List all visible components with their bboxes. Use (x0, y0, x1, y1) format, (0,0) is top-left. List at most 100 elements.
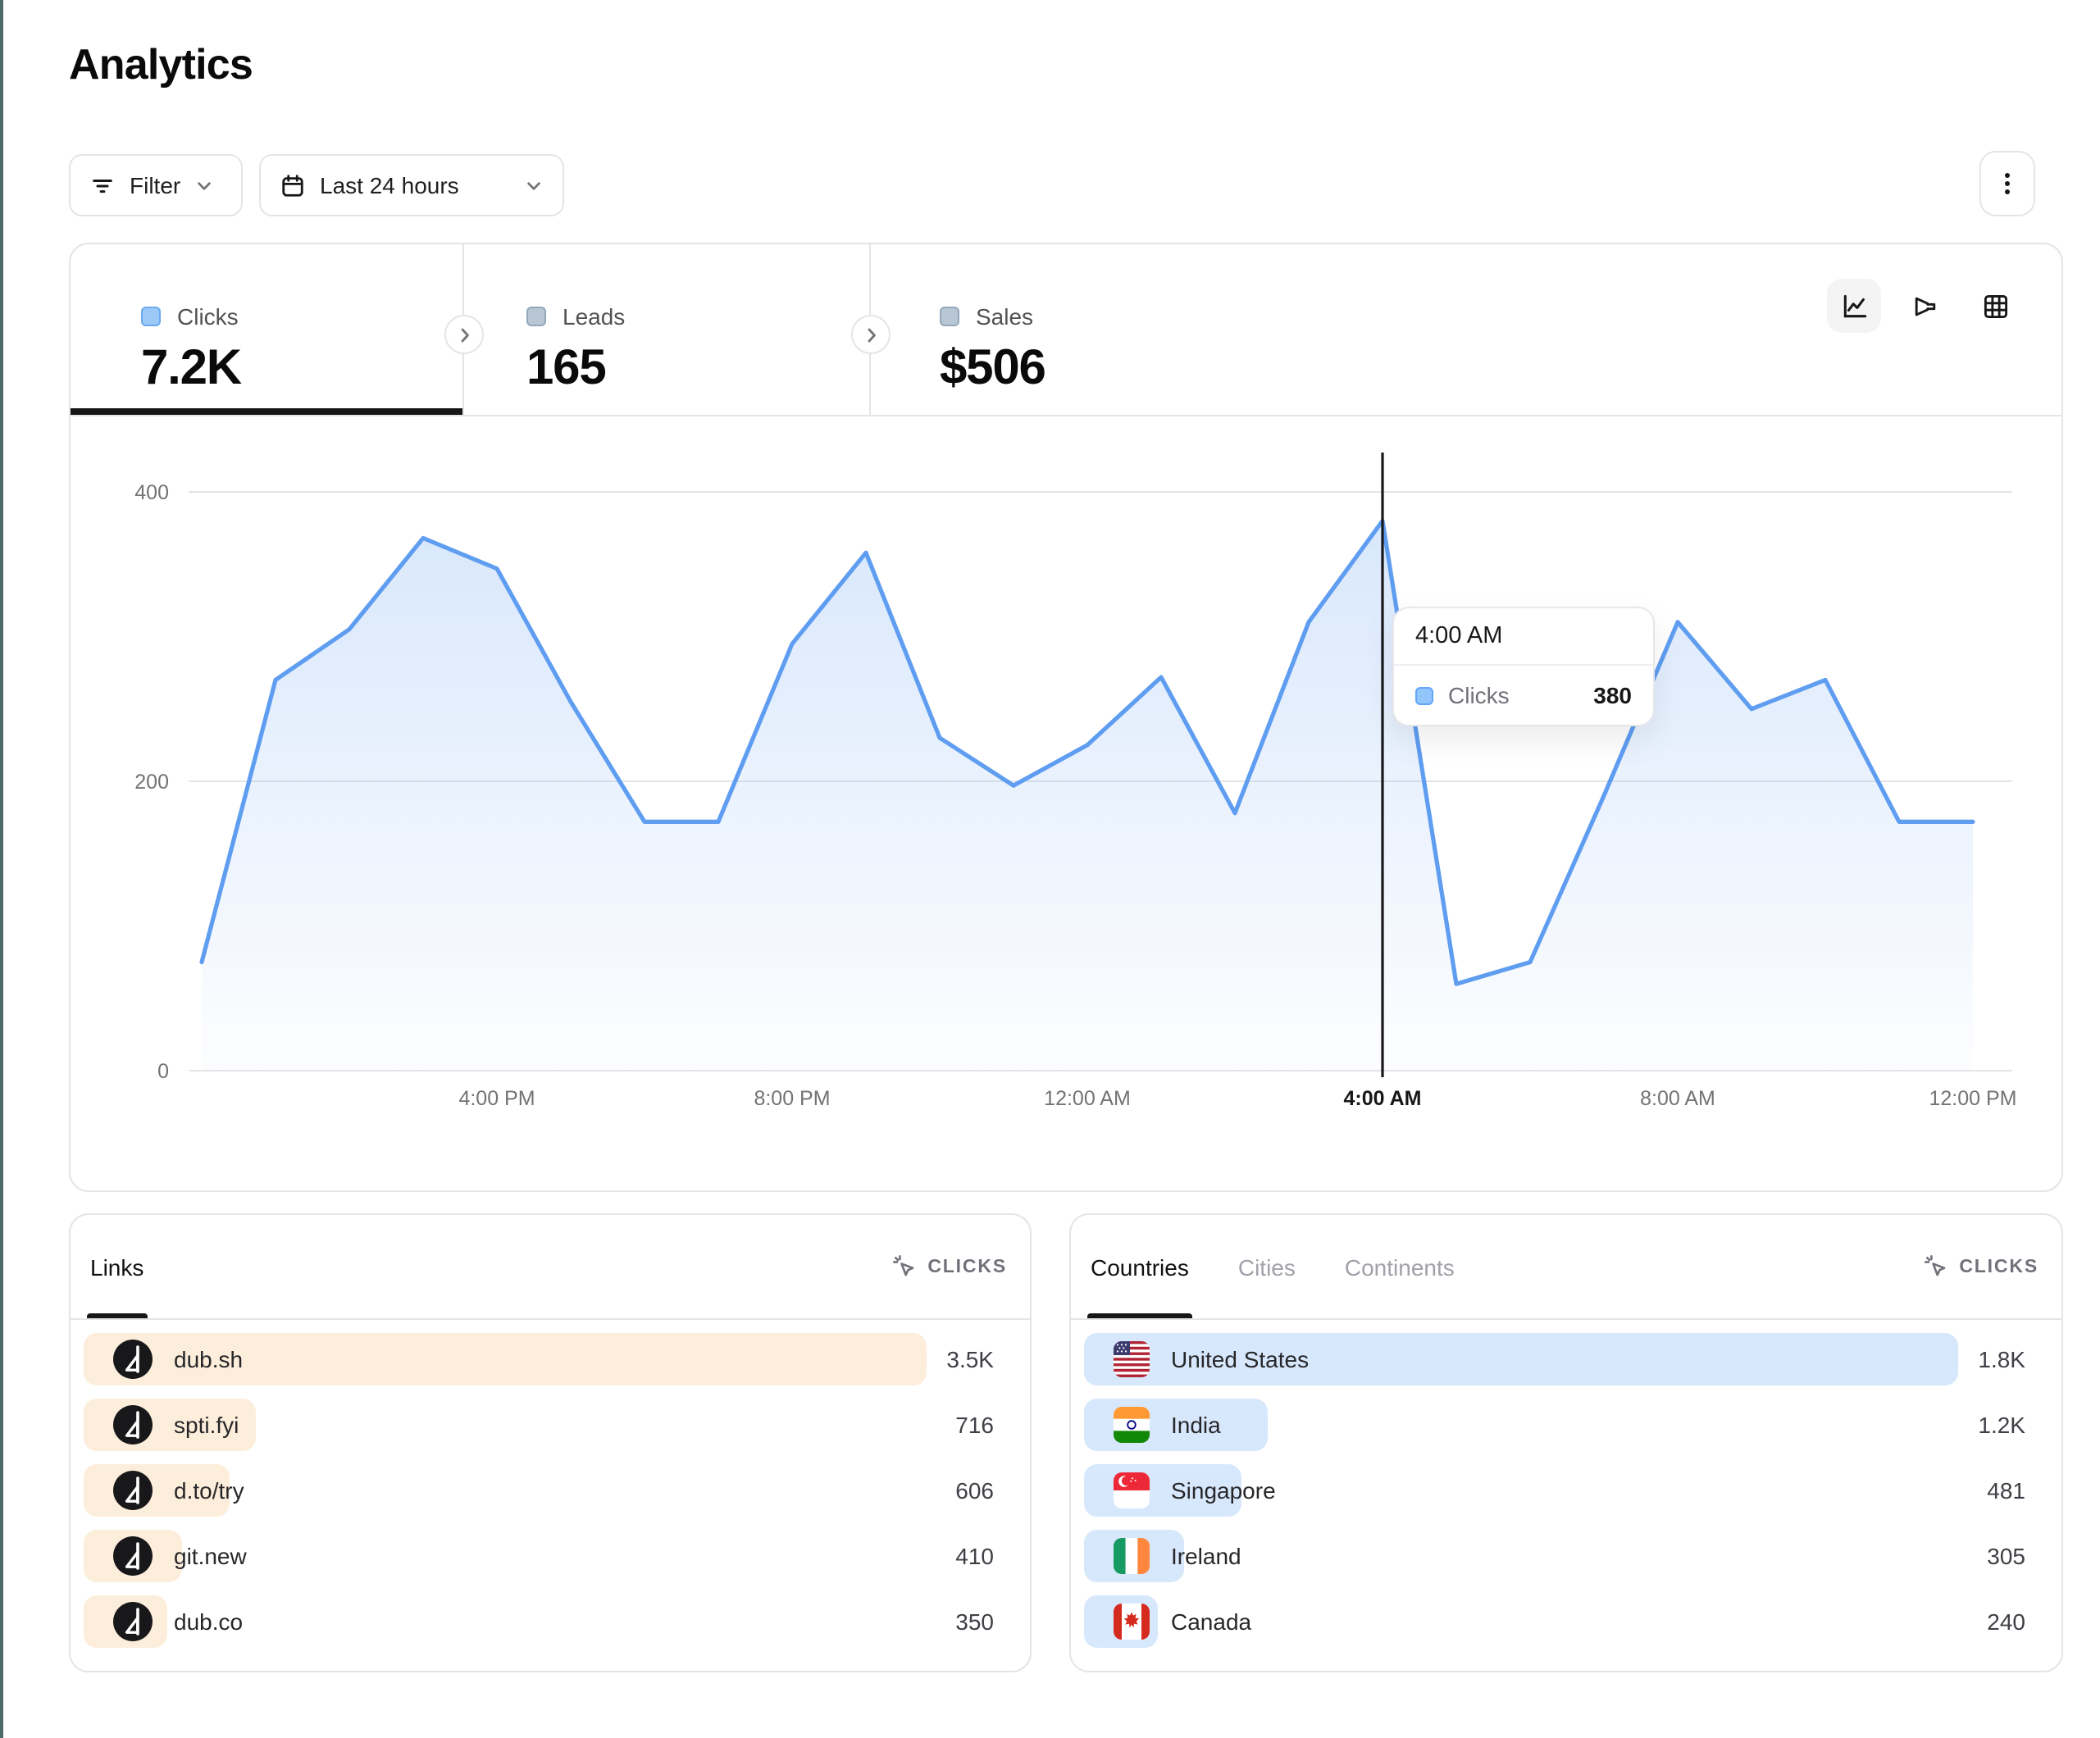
tab-cities[interactable]: Cities (1235, 1215, 1299, 1318)
row-value: 410 (955, 1543, 994, 1569)
expand-leads-button[interactable] (851, 315, 891, 354)
cursor-click-icon (891, 1254, 916, 1279)
tab-leads[interactable]: Leads 165 (462, 244, 869, 415)
dub-logo-icon (113, 1471, 153, 1510)
countries-panel: Countries Cities Continents CLICKS Unite… (1069, 1213, 2063, 1672)
us-flag-icon (1114, 1341, 1150, 1377)
dub-logo-icon (113, 1536, 153, 1576)
row-label: Singapore (1171, 1477, 1276, 1504)
row-label: git.new (174, 1543, 247, 1569)
ca-flag-icon (1114, 1604, 1150, 1640)
row-value: 350 (955, 1608, 994, 1635)
link-row[interactable]: dub.co 350 (84, 1595, 1017, 1648)
countries-sort-by[interactable]: CLICKS (1923, 1254, 2039, 1279)
row-label: dub.sh (174, 1346, 243, 1372)
filter-button[interactable]: Filter (69, 154, 243, 216)
tooltip-metric: Clicks (1448, 682, 1510, 708)
active-tab-underline (71, 408, 462, 415)
row-value: 240 (1987, 1608, 2025, 1635)
row-value: 606 (955, 1477, 994, 1504)
tab-countries[interactable]: Countries (1087, 1215, 1192, 1318)
row-label: Ireland (1171, 1543, 1241, 1569)
leads-indicator-icon (526, 307, 546, 326)
expand-clicks-button[interactable] (444, 315, 484, 354)
clicks-time-series-chart[interactable]: 0 200 400 4:00 PM 8:00 PM 12:00 AM 4:00 AM 8:00… (71, 416, 2061, 1192)
clicks-indicator-icon (1415, 686, 1433, 704)
line-chart-view-button[interactable] (1827, 279, 1881, 333)
dub-logo-icon (113, 1602, 153, 1641)
country-row[interactable]: Canada 240 (1084, 1595, 2048, 1648)
links-panel: Links CLICKS dub.sh 3.5K spti.fyi 716 d.to/t… (69, 1213, 1032, 1672)
link-row[interactable]: spti.fyi 716 (84, 1399, 1017, 1451)
svg-text:12:00 AM: 12:00 AM (1044, 1087, 1131, 1110)
chevron-down-icon (195, 176, 213, 194)
row-value: 305 (1987, 1543, 2025, 1569)
row-label: Canada (1171, 1608, 1251, 1635)
tab-continents[interactable]: Continents (1342, 1215, 1458, 1318)
metric-value: 7.2K (141, 341, 462, 397)
funnel-view-button[interactable] (1897, 279, 1952, 333)
sg-flag-icon (1114, 1472, 1150, 1508)
country-row[interactable]: Singapore 481 (1084, 1464, 2048, 1517)
chart-canvas: 0 200 400 4:00 PM 8:00 PM 12:00 AM 4:00 AM 8:00… (71, 416, 2061, 1192)
clicks-indicator-icon (141, 307, 161, 326)
row-value: 3.5K (946, 1346, 994, 1372)
svg-text:200: 200 (134, 771, 169, 794)
analytics-card: Clicks 7.2K Leads 165 Sales $506 (69, 243, 2063, 1192)
svg-text:8:00 AM: 8:00 AM (1640, 1087, 1715, 1110)
svg-text:4:00 AM: 4:00 AM (1344, 1087, 1422, 1110)
country-row[interactable]: India 1.2K (1084, 1399, 2048, 1451)
row-value: 1.8K (1978, 1346, 2025, 1372)
left-edge-strip (0, 0, 3, 1738)
chart-tooltip: 4:00 AM Clicks 380 (1392, 607, 1655, 726)
country-row[interactable]: Ireland 305 (1084, 1530, 2048, 1582)
date-range-label: Last 24 hours (320, 172, 459, 198)
dub-logo-icon (113, 1340, 153, 1379)
row-label: United States (1171, 1346, 1309, 1372)
ie-flag-icon (1114, 1538, 1150, 1574)
sales-indicator-icon (940, 307, 959, 326)
kebab-menu-icon (1996, 171, 2019, 197)
table-view-button[interactable] (1968, 279, 2022, 333)
chevron-down-icon (525, 176, 543, 194)
date-range-button[interactable]: Last 24 hours (259, 154, 564, 216)
page-title: Analytics (69, 39, 253, 90)
tab-links[interactable]: Links (87, 1215, 147, 1318)
country-row[interactable]: United States 1.8K (1084, 1333, 2048, 1385)
metric-label: Leads (563, 303, 625, 330)
metric-label: Clicks (177, 303, 239, 330)
link-row[interactable]: dub.sh 3.5K (84, 1333, 1017, 1385)
cursor-click-icon (1923, 1254, 1947, 1279)
row-label: India (1171, 1412, 1221, 1438)
table-grid-icon (1980, 291, 2010, 321)
links-sort-by[interactable]: CLICKS (891, 1254, 1007, 1279)
tab-clicks[interactable]: Clicks 7.2K (71, 244, 462, 415)
row-label: dub.co (174, 1608, 243, 1635)
metric-value: $506 (940, 341, 2061, 397)
in-flag-icon (1114, 1407, 1150, 1443)
tooltip-time: 4:00 AM (1394, 608, 1653, 666)
metric-label: Sales (976, 303, 1033, 330)
svg-text:8:00 PM: 8:00 PM (754, 1087, 830, 1110)
more-options-button[interactable] (1979, 151, 2035, 216)
svg-text:4:00 PM: 4:00 PM (458, 1087, 535, 1110)
calendar-icon (280, 173, 305, 198)
svg-text:400: 400 (134, 481, 169, 504)
row-label: d.to/try (174, 1477, 244, 1504)
row-value: 716 (955, 1412, 994, 1438)
filter-lines-icon (90, 173, 115, 198)
filter-button-label: Filter (130, 172, 180, 198)
dub-logo-icon (113, 1405, 153, 1445)
metric-value: 165 (526, 341, 869, 397)
row-value: 481 (1987, 1477, 2025, 1504)
row-value: 1.2K (1978, 1412, 2025, 1438)
link-row[interactable]: d.to/try 606 (84, 1464, 1017, 1517)
line-chart-icon (1839, 291, 1869, 321)
funnel-icon (1910, 291, 1939, 321)
svg-text:0: 0 (157, 1060, 169, 1083)
link-row[interactable]: git.new 410 (84, 1530, 1017, 1582)
tooltip-value: 380 (1593, 682, 1632, 708)
metric-tabs: Clicks 7.2K Leads 165 Sales $506 (71, 244, 2061, 416)
row-label: spti.fyi (174, 1412, 239, 1438)
svg-text:12:00 PM: 12:00 PM (1929, 1087, 2016, 1110)
